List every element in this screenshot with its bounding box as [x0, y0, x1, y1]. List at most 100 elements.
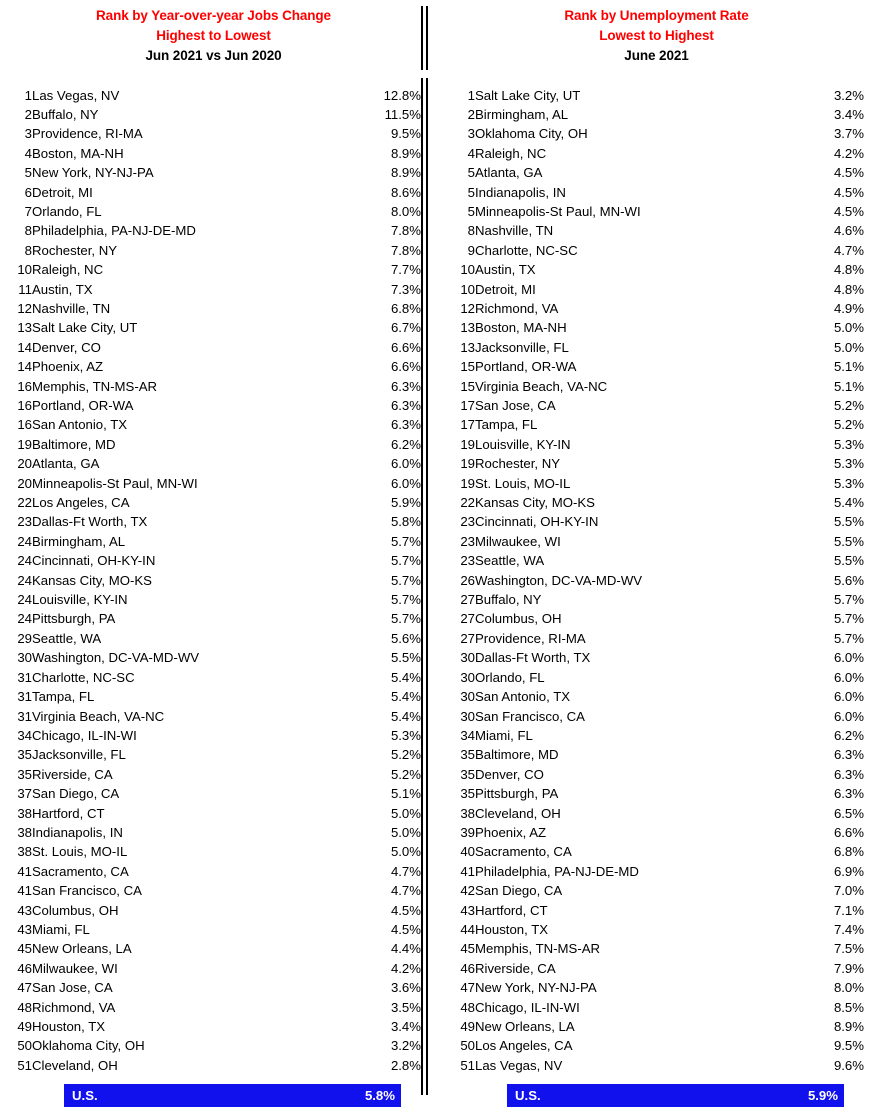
row-value: 7.1%	[833, 902, 864, 918]
row-metro-name: Houston, TX	[32, 1019, 106, 1034]
row-metro-name: Providence, RI-MA	[475, 630, 586, 646]
row-metro-name: Chicago, IL-IN-WI	[32, 727, 137, 743]
row-rank: 30	[460, 650, 475, 666]
row-rank: 41	[17, 883, 32, 899]
row-value: 5.3%	[833, 436, 864, 452]
row-rank: 8	[24, 223, 32, 239]
row-rank: 10	[460, 281, 475, 297]
table-row: 11 Austin, TX 7.3%	[6, 280, 421, 299]
row-rank: 10	[17, 262, 32, 278]
row-rank: 31	[17, 708, 32, 724]
row-metro-name: Virginia Beach, VA-NC	[32, 708, 165, 724]
table-row: 51 Cleveland, OH 2.8%	[6, 1056, 421, 1075]
table-row: 17 San Jose, CA 5.2%	[449, 396, 864, 415]
row-rank: 3	[467, 126, 475, 142]
row-rank: 2	[467, 106, 475, 122]
row-rank: 30	[460, 669, 475, 685]
row-rank: 50	[17, 1038, 32, 1054]
left-table-body: 1 Las Vegas, NV 12.8% 2 Buffalo, NY 11.5% 3 Pro…	[6, 86, 421, 1076]
row-rank: 1	[24, 87, 32, 103]
table-row: 24 Cincinnati, OH-KY-IN 5.7%	[6, 551, 421, 570]
row-metro-name: Birmingham, AL	[475, 106, 569, 122]
center-divider-top	[421, 6, 428, 70]
row-value: 5.5%	[390, 650, 421, 666]
table-row: 8 Rochester, NY 7.8%	[6, 241, 421, 260]
row-rank: 27	[460, 592, 475, 608]
table-row: 22 Los Angeles, CA 5.9%	[6, 493, 421, 512]
row-rank: 43	[17, 902, 32, 918]
row-rank: 49	[17, 1019, 32, 1034]
row-metro-name: Las Vegas, NV	[32, 87, 120, 103]
row-value: 5.4%	[390, 689, 421, 705]
row-rank: 5	[24, 165, 32, 181]
row-rank: 38	[17, 805, 32, 821]
row-metro-name: Detroit, MI	[32, 184, 93, 200]
table-row: 13 Jacksonville, FL 5.0%	[449, 338, 864, 357]
row-metro-name: Oklahoma City, OH	[32, 1038, 145, 1054]
table-row: 27 Providence, RI-MA 5.7%	[449, 629, 864, 648]
table-row: 30 San Antonio, TX 6.0%	[449, 687, 864, 706]
table-row: 23 Milwaukee, WI 5.5%	[449, 532, 864, 551]
left-us-total-row: U.S. 5.8%	[64, 1084, 401, 1108]
table-row: 38 Indianapolis, IN 5.0%	[6, 823, 421, 842]
table-row: 16 Memphis, TN-MS-AR 6.3%	[6, 377, 421, 396]
table-row: 26 Washington, DC-VA-MD-WV 5.6%	[449, 571, 864, 590]
table-row: 35 Pittsburgh, PA 6.3%	[449, 784, 864, 803]
row-metro-name: Portland, OR-WA	[475, 359, 577, 375]
row-metro-name: Austin, TX	[475, 262, 536, 278]
row-rank: 2	[24, 106, 32, 122]
table-row: 34 Chicago, IL-IN-WI 5.3%	[6, 726, 421, 745]
table-row: 48 Chicago, IL-IN-WI 8.5%	[449, 998, 864, 1017]
row-value: 6.7%	[390, 320, 421, 336]
table-row: 30 Dallas-Ft Worth, TX 6.0%	[449, 648, 864, 667]
row-value: 5.0%	[833, 320, 864, 336]
table-row: 20 Minneapolis-St Paul, MN-WI 6.0%	[6, 474, 421, 493]
row-metro-name: San Antonio, TX	[475, 689, 571, 705]
table-row: 41 San Francisco, CA 4.7%	[6, 881, 421, 900]
table-row: 9 Charlotte, NC-SC 4.7%	[449, 241, 864, 260]
row-metro-name: San Francisco, CA	[32, 883, 142, 899]
row-value: 7.5%	[833, 941, 864, 957]
row-metro-name: Buffalo, NY	[475, 592, 542, 608]
row-rank: 31	[17, 689, 32, 705]
row-metro-name: San Antonio, TX	[32, 417, 128, 433]
table-row: 22 Kansas City, MO-KS 5.4%	[449, 493, 864, 512]
row-metro-name: Tampa, FL	[475, 417, 538, 433]
table-row: 31 Virginia Beach, VA-NC 5.4%	[6, 707, 421, 726]
row-rank: 30	[460, 689, 475, 705]
row-metro-name: Seattle, WA	[32, 630, 102, 646]
row-value: 3.4%	[833, 106, 864, 122]
row-rank: 34	[460, 727, 475, 743]
row-value: 5.7%	[390, 553, 421, 569]
left-title-line3: Jun 2021 vs Jun 2020	[145, 48, 282, 63]
row-rank: 20	[17, 456, 32, 472]
row-metro-name: New Orleans, LA	[32, 941, 132, 957]
table-row: 3 Oklahoma City, OH 3.7%	[449, 124, 864, 143]
row-rank: 27	[460, 611, 475, 627]
row-rank: 11	[18, 281, 32, 297]
left-ranking-panel: Rank by Year-over-year Jobs Change Highe…	[6, 0, 421, 1117]
row-value: 6.3%	[390, 398, 421, 413]
row-metro-name: San Jose, CA	[475, 398, 556, 413]
row-value: 6.5%	[833, 805, 864, 821]
right-us-total-label: U.S.	[515, 1088, 541, 1104]
table-row: 47 San Jose, CA 3.6%	[6, 978, 421, 997]
table-row: 38 Cleveland, OH 6.5%	[449, 804, 864, 823]
row-value: 4.7%	[833, 242, 864, 258]
row-rank: 49	[460, 1019, 475, 1034]
row-metro-name: Virginia Beach, VA-NC	[475, 378, 608, 394]
table-row: 5 Atlanta, GA 4.5%	[449, 163, 864, 182]
left-us-total-bar: U.S. 5.8%	[64, 1084, 401, 1108]
row-metro-name: Baltimore, MD	[32, 436, 116, 452]
table-row: 8 Philadelphia, PA-NJ-DE-MD 7.8%	[6, 221, 421, 240]
row-metro-name: Charlotte, NC-SC	[32, 669, 135, 685]
row-metro-name: Rochester, NY	[475, 456, 561, 472]
row-rank: 38	[17, 824, 32, 840]
table-row: 17 Tampa, FL 5.2%	[449, 415, 864, 434]
table-row: 12 Richmond, VA 4.9%	[449, 299, 864, 318]
row-rank: 24	[17, 553, 32, 569]
row-metro-name: Tampa, FL	[32, 689, 95, 705]
row-rank: 13	[17, 320, 32, 336]
table-row: 23 Dallas-Ft Worth, TX 5.8%	[6, 512, 421, 531]
row-metro-name: Milwaukee, WI	[32, 960, 118, 976]
